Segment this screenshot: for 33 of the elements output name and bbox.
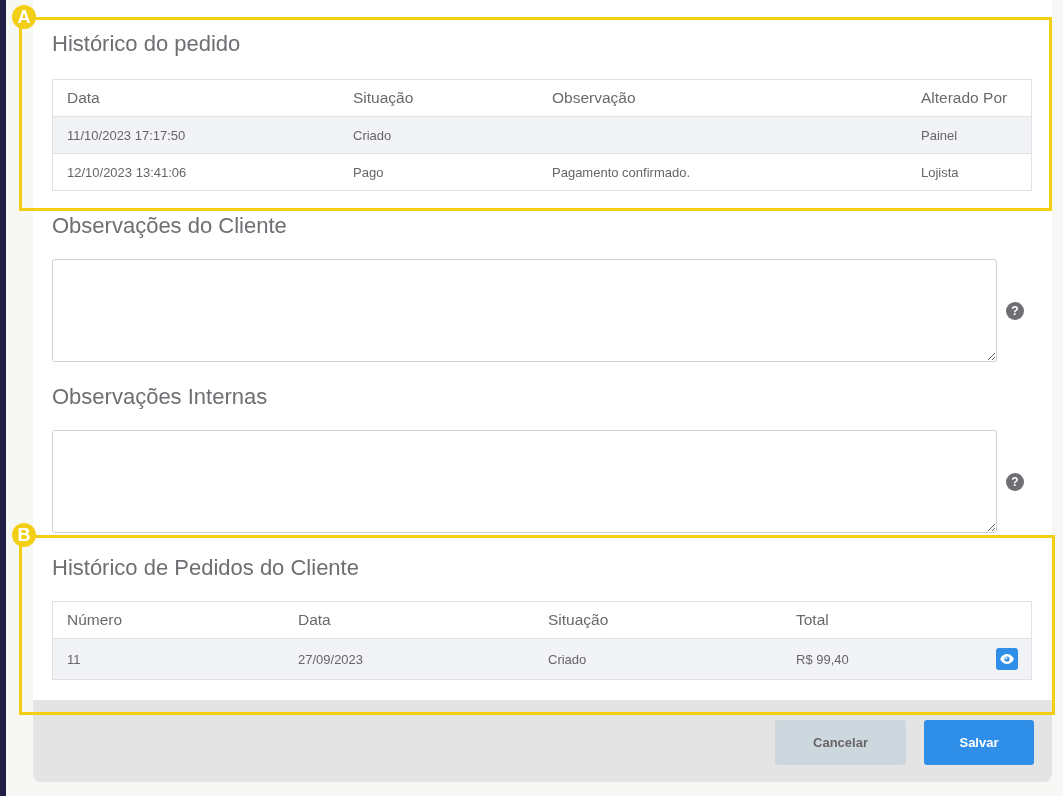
eye-icon — [1000, 654, 1014, 664]
table-cell-text: 11/10/2023 17:17:50 — [66, 127, 187, 143]
table-cell-text: 12/10/2023 13:41:06 — [66, 164, 188, 180]
column-header: Total — [795, 611, 830, 629]
text-area[interactable] — [52, 259, 997, 362]
table-cell-text: Criado — [547, 651, 588, 667]
help-icon[interactable]: ? — [1006, 301, 1024, 320]
help-icon[interactable]: ? — [1006, 472, 1024, 491]
column-header: Observação — [551, 89, 637, 107]
column-header: Situação — [547, 611, 610, 629]
section-title: Histórico do pedido — [52, 30, 242, 58]
table-cell-text: R$ 99,40 — [795, 651, 850, 667]
column-header: Número — [66, 611, 124, 629]
column-header: Situação — [352, 89, 415, 107]
table-cell-text: Painel — [920, 127, 959, 143]
table-cell-text: 27/09/2023 — [297, 651, 365, 667]
section-title: Observações Internas — [52, 383, 269, 411]
annotation-badge: A — [12, 5, 36, 29]
table-cell-text: Criado — [352, 127, 393, 143]
section-title: Observações do Cliente — [52, 212, 288, 240]
section-title: Histórico de Pedidos do Cliente — [52, 554, 360, 582]
table-cell-text: 11 — [66, 651, 82, 667]
annotation-badge: B — [12, 523, 36, 547]
save-button[interactable]: Salvar — [924, 720, 1034, 765]
column-header: Alterado Por — [920, 89, 1009, 107]
table-cell-text: Pagamento confirmado. — [551, 164, 692, 180]
table-cell-text: Pago — [352, 164, 385, 180]
column-header: Data — [66, 89, 101, 107]
view-button[interactable] — [996, 648, 1018, 670]
column-header: Data — [297, 611, 332, 629]
text-area[interactable] — [52, 430, 997, 533]
cancel-button[interactable]: Cancelar — [775, 720, 906, 765]
table-cell-text: Lojista — [920, 164, 960, 180]
